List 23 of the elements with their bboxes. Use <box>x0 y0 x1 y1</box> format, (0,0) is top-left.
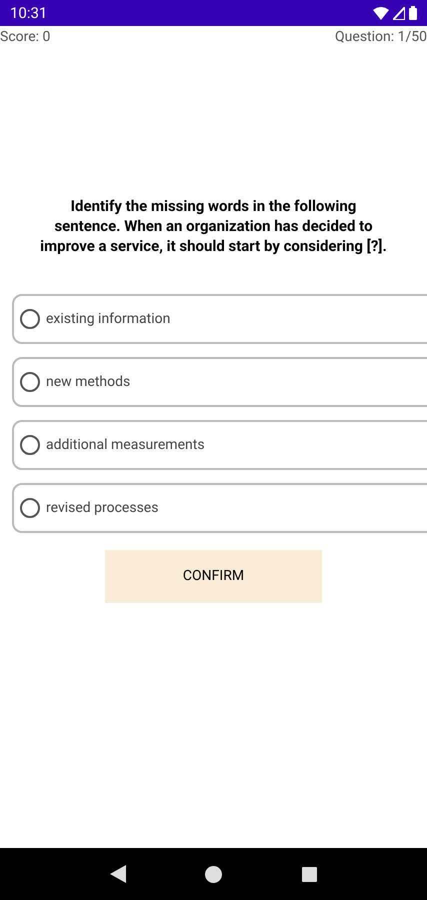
back-icon[interactable] <box>110 865 126 883</box>
answer-option[interactable]: revised processes <box>12 483 427 533</box>
option-text: revised processes <box>46 498 158 518</box>
home-icon[interactable] <box>205 866 222 882</box>
option-text: additional measurements <box>46 436 205 454</box>
confirm-button[interactable]: CONFIRM <box>105 550 322 603</box>
answer-option[interactable]: additional measurements <box>12 420 427 470</box>
answer-option[interactable]: existing information <box>12 294 427 344</box>
score-label: Score: 0 <box>0 28 50 47</box>
radio-button[interactable] <box>20 309 40 329</box>
question-text: Identify the missing words in the following sentence. When an organization has decided to improve a service, it should start by considering [?]. <box>39 196 388 256</box>
radio-button[interactable] <box>20 372 40 392</box>
recents-icon[interactable] <box>302 866 318 882</box>
status-time: 10:31 <box>10 2 48 24</box>
radio-button[interactable] <box>20 435 40 455</box>
option-text: existing information <box>46 310 170 328</box>
wifi-icon <box>373 6 389 20</box>
radio-button[interactable] <box>20 498 40 518</box>
option-text: new methods <box>46 372 130 392</box>
battery-icon <box>409 6 417 20</box>
answer-option[interactable]: new methods <box>12 357 427 407</box>
question-counter: Question: 1/50 <box>335 28 427 47</box>
signal-icon <box>393 6 405 20</box>
